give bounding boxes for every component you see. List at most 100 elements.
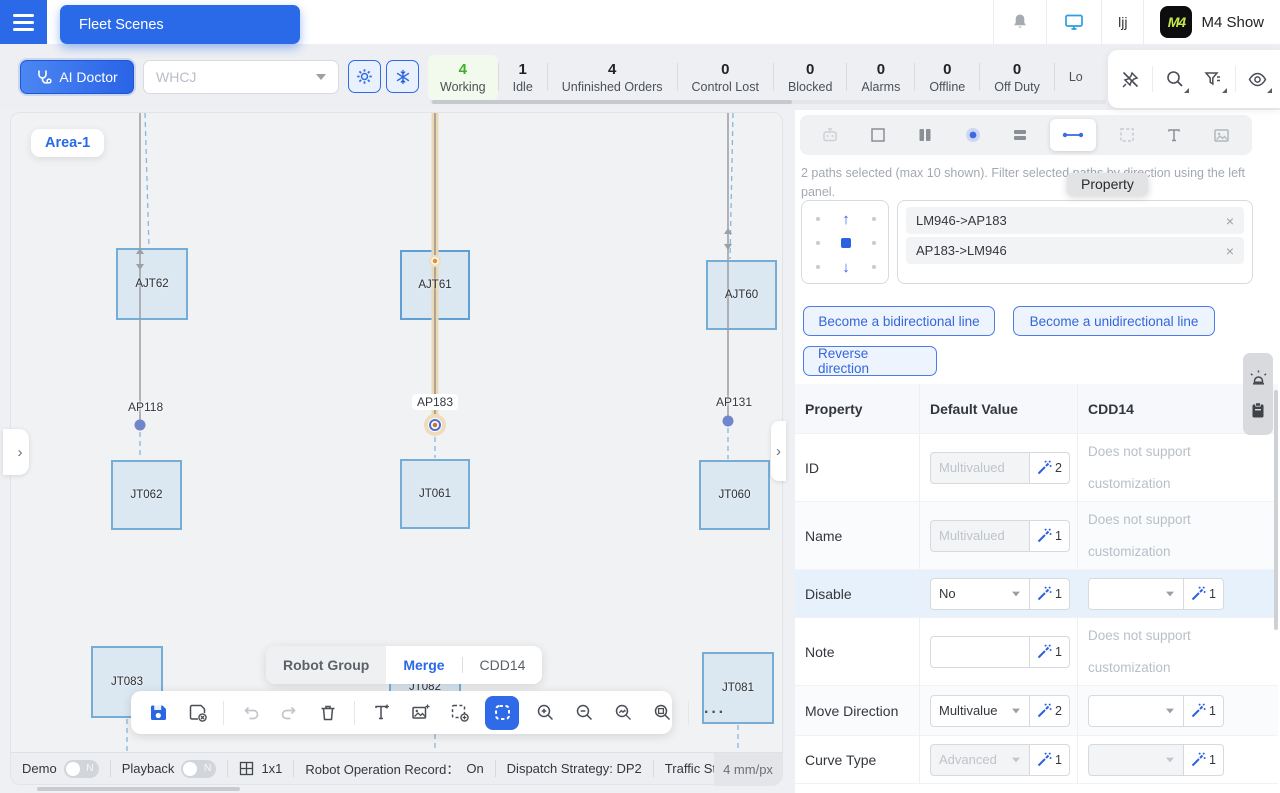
visibility-button[interactable] — [1243, 64, 1273, 94]
magic-wand-button[interactable]: 1 — [1030, 577, 1070, 610]
stat-alarms[interactable]: 0 Alarms — [847, 60, 914, 95]
stat-unfinished-orders[interactable]: 4 Unfinished Orders — [548, 60, 677, 95]
tab-robot-group[interactable]: Robot Group — [266, 646, 387, 684]
map-edit-toolbar: ··· — [131, 691, 724, 734]
demo-toggle[interactable]: N — [63, 759, 99, 778]
zoom-to-image-button[interactable] — [610, 700, 636, 726]
ai-doctor-button[interactable]: AI Doctor — [20, 60, 134, 94]
area-label[interactable]: Area-1 — [31, 129, 105, 157]
stat-blocked[interactable]: 0 Blocked — [774, 60, 846, 95]
tool-robot[interactable] — [813, 119, 847, 151]
undo-button[interactable] — [237, 700, 263, 726]
zoom-out-button[interactable] — [571, 700, 597, 726]
move-direction-cdd14-select[interactable] — [1088, 694, 1184, 727]
magic-wand-button[interactable]: 1 — [1030, 519, 1070, 552]
magic-wand-button[interactable]: 2 — [1030, 694, 1070, 727]
zoom-fit-button[interactable] — [649, 700, 675, 726]
node-AJT60[interactable]: AJT60 — [706, 260, 777, 330]
robot-operation-record[interactable]: Robot Operation Record： On — [294, 759, 494, 778]
stat-clipped[interactable]: Lo — [1055, 69, 1097, 85]
tool-image[interactable] — [1205, 119, 1239, 151]
stats-scrollbar[interactable] — [430, 100, 1106, 104]
node-JT061[interactable]: JT061 — [400, 459, 470, 529]
left-panel-expander[interactable]: › — [3, 429, 29, 475]
tab-merge[interactable]: Merge — [386, 646, 461, 684]
notifications-button[interactable] — [994, 0, 1046, 44]
chevron-right-icon: › — [776, 442, 781, 460]
tool-point[interactable] — [956, 119, 990, 151]
point-AP131[interactable]: AP131 — [711, 394, 757, 410]
magic-wand-button[interactable]: 1 — [1184, 577, 1224, 610]
note-default-input[interactable] — [930, 635, 1030, 668]
filter-map-button[interactable] — [1198, 64, 1228, 94]
property-tooltip: Property — [1067, 173, 1148, 195]
scene-select[interactable]: WHCJ — [143, 60, 339, 94]
stat-working[interactable]: 4 Working — [428, 54, 498, 100]
magic-wand-button[interactable]: 1 — [1030, 635, 1070, 668]
stat-idle[interactable]: 1 Idle — [499, 60, 547, 95]
discard-save-button[interactable] — [184, 700, 210, 726]
add-image-button[interactable] — [407, 700, 433, 726]
panel-scrollbar[interactable] — [1274, 390, 1278, 630]
zoom-in-button[interactable] — [532, 700, 558, 726]
stat-offline[interactable]: 0 Offline — [915, 60, 979, 95]
playback-toggle[interactable]: N — [181, 759, 217, 778]
user-menu[interactable]: ljj — [1102, 0, 1143, 44]
marquee-select-button[interactable] — [485, 695, 519, 730]
direction-down-button[interactable]: ↓ — [842, 259, 850, 276]
node-JT060[interactable]: JT060 — [699, 460, 770, 530]
monitor-button[interactable] — [1047, 0, 1101, 44]
tool-rectangle[interactable] — [861, 119, 895, 151]
move-direction-default-select[interactable]: Multivalue — [930, 694, 1030, 727]
add-text-button[interactable] — [368, 700, 394, 726]
reverse-direction-button[interactable]: Reverse direction — [803, 346, 937, 376]
tool-list[interactable] — [1003, 119, 1037, 151]
node-AJT62[interactable]: AJT62 — [116, 248, 188, 320]
alarm-light-button[interactable] — [1249, 369, 1268, 386]
save-button[interactable] — [145, 700, 171, 726]
node-AJT61[interactable]: AJT61 — [400, 250, 470, 320]
search-map-button[interactable] — [1160, 64, 1190, 94]
direction-all-button[interactable] — [841, 238, 851, 248]
table-row-disable: Disable No 1 1 — [795, 570, 1278, 618]
close-icon[interactable]: × — [1226, 243, 1234, 259]
tool-shelf[interactable] — [908, 119, 942, 151]
tool-region[interactable] — [1110, 119, 1144, 151]
dropdown-corner — [1184, 88, 1190, 93]
pin-disabled-button[interactable] — [1115, 64, 1145, 94]
magic-wand-button[interactable]: 1 — [1184, 743, 1224, 776]
disable-cdd14-select[interactable] — [1088, 577, 1184, 610]
scene-network-button[interactable] — [386, 60, 419, 93]
tool-text[interactable] — [1157, 119, 1191, 151]
bidirectional-button[interactable]: Become a bidirectional line — [803, 306, 995, 336]
tool-path[interactable] — [1050, 119, 1097, 151]
stat-control-lost[interactable]: 0 Control Lost — [678, 60, 773, 95]
magic-wand-button[interactable]: 1 — [1184, 694, 1224, 727]
unidirectional-button[interactable]: Become a unidirectional line — [1013, 306, 1215, 336]
scene-settings-button[interactable] — [348, 60, 381, 93]
menu-button[interactable] — [0, 0, 47, 44]
stat-off-duty[interactable]: 0 Off Duty — [980, 60, 1054, 95]
more-tools-button[interactable]: ··· — [702, 700, 728, 726]
node-JT062[interactable]: JT062 — [111, 460, 182, 530]
right-panel-expander[interactable]: › — [771, 421, 786, 481]
close-icon[interactable]: × — [1226, 213, 1234, 229]
add-region-button[interactable] — [446, 700, 472, 726]
point-AP183[interactable]: AP183 — [412, 394, 459, 410]
disable-default-select[interactable]: No — [930, 577, 1030, 610]
direction-up-button[interactable]: ↑ — [842, 211, 850, 228]
delete-button[interactable] — [315, 700, 341, 726]
redo-button[interactable] — [276, 700, 302, 726]
canvas-horizontal-scrollbar[interactable] — [37, 787, 240, 791]
clipboard-button[interactable] — [1250, 401, 1266, 419]
grid-setting[interactable]: 1x1 — [228, 761, 293, 776]
magic-wand-button[interactable]: 1 — [1030, 743, 1070, 776]
dispatch-strategy[interactable]: Dispatch Strategy: DP2 — [496, 761, 653, 776]
path-item[interactable]: LM946->AP183 × — [906, 207, 1244, 234]
tab-cdd14[interactable]: CDD14 — [463, 646, 543, 684]
path-item[interactable]: AP183->LM946 × — [906, 237, 1244, 264]
map-canvas[interactable]: AJT62 AJT61 AJT60 JT062 JT061 JT060 JT08… — [3, 112, 786, 753]
magic-wand-button[interactable]: 2 — [1030, 451, 1070, 484]
tab-fleet-scenes[interactable]: Fleet Scenes — [60, 5, 300, 44]
point-AP118[interactable]: AP118 — [123, 399, 168, 415]
